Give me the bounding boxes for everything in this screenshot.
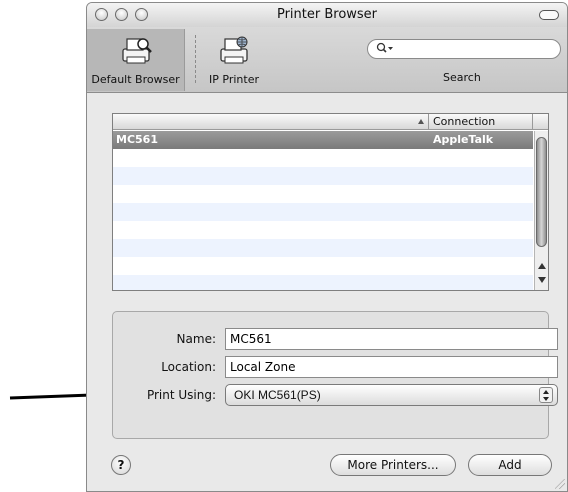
name-label: Name: — [176, 332, 216, 346]
list-row-empty — [113, 203, 533, 221]
default-browser-button[interactable]: Default Browser — [87, 29, 185, 91]
search-icon — [376, 42, 393, 53]
column-divider — [532, 114, 533, 130]
list-row-empty — [113, 149, 533, 167]
ip-printer-label: IP Printer — [209, 73, 259, 86]
print-using-value: OKI MC561(PS) — [234, 388, 321, 402]
list-row-empty — [113, 167, 533, 185]
list-row-empty — [113, 239, 533, 257]
list-row[interactable]: MC561 AppleTalk — [113, 131, 533, 149]
printer-list[interactable]: Connection MC561 AppleTalk — [112, 113, 549, 291]
sort-ascending-icon — [418, 119, 424, 124]
toolbar: Default Browser IP Printer Search — [87, 27, 567, 93]
scroll-up-icon[interactable] — [538, 263, 546, 269]
popup-arrows-icon — [539, 387, 553, 403]
ip-printer-button[interactable]: IP Printer — [185, 29, 283, 91]
window-title: Printer Browser — [276, 7, 378, 22]
printer-info-group: Name: Location: Print Using: OKI MC561(P… — [112, 311, 558, 439]
ip-printer-icon — [220, 36, 248, 64]
location-label: Location: — [161, 360, 216, 374]
print-using-select[interactable]: OKI MC561(PS) — [225, 384, 558, 406]
list-row-empty — [113, 275, 533, 290]
list-header: Connection — [113, 114, 548, 130]
scroll-down-icon[interactable] — [538, 277, 546, 283]
search-label: Search — [443, 71, 481, 84]
minimize-icon[interactable] — [115, 8, 128, 21]
printer-browser-icon — [121, 38, 152, 64]
row-connection: AppleTalk — [433, 133, 494, 146]
title-bar: Printer Browser — [87, 3, 567, 27]
column-header-connection[interactable]: Connection — [433, 115, 495, 128]
more-printers-button[interactable]: More Printers... — [330, 454, 456, 476]
search-input[interactable] — [398, 42, 548, 56]
name-field[interactable] — [225, 328, 558, 350]
scroll-thumb[interactable] — [536, 137, 547, 247]
list-scrollbar[interactable] — [534, 131, 548, 290]
default-browser-label: Default Browser — [91, 73, 180, 86]
location-field[interactable] — [225, 356, 558, 378]
resize-grip-icon[interactable] — [555, 479, 565, 489]
zoom-icon[interactable] — [135, 8, 148, 21]
close-icon[interactable] — [95, 8, 108, 21]
print-using-label: Print Using: — [146, 388, 216, 402]
scroll-arrows[interactable] — [535, 259, 549, 289]
list-row-empty — [113, 221, 533, 239]
list-row-empty — [113, 185, 533, 203]
printer-browser-window: Printer Browser Default Browser IP Print… — [86, 2, 568, 492]
search-field[interactable] — [367, 39, 561, 59]
toolbar-toggle-icon[interactable] — [539, 10, 559, 20]
add-button[interactable]: Add — [468, 454, 552, 476]
row-printer-name: MC561 — [116, 133, 158, 146]
column-header-name[interactable] — [113, 114, 429, 130]
help-button[interactable]: ? — [111, 455, 131, 475]
list-row-empty — [113, 257, 533, 275]
